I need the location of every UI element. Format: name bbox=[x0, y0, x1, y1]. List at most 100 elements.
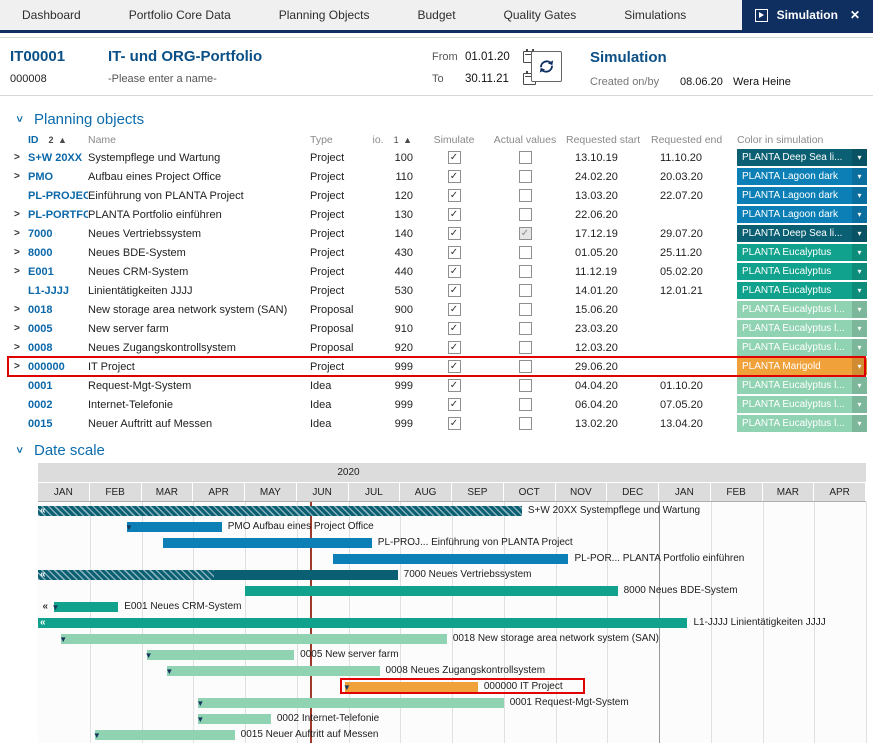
simulate-checkbox[interactable]: ✓ bbox=[448, 417, 461, 430]
simulate-checkbox[interactable]: ✓ bbox=[448, 398, 461, 411]
gantt-bar-8000[interactable] bbox=[245, 586, 618, 596]
color-in-simulation-dropdown[interactable]: PLANTA Eucalyptus l...▾ bbox=[737, 377, 867, 394]
tab-quality-gates[interactable]: Quality Gates bbox=[480, 0, 601, 30]
date-scale-section-header[interactable]: > Date scale bbox=[12, 440, 873, 460]
gantt-bar-7000[interactable] bbox=[38, 570, 398, 580]
gantt-bar-0015[interactable] bbox=[95, 730, 235, 740]
actual-values-checkbox[interactable] bbox=[519, 284, 532, 297]
planning-row-l1-jjjj[interactable]: L1-JJJJLinientätigkeiten JJJJProject530✓… bbox=[8, 281, 865, 300]
actual-values-checkbox[interactable] bbox=[519, 341, 532, 354]
portfolio-name-placeholder[interactable]: -Please enter a name- bbox=[108, 73, 262, 85]
planning-row-0001[interactable]: 0001Request-Mgt-SystemIdea999✓04.04.2001… bbox=[8, 376, 865, 395]
planning-row-e001[interactable]: >E001Neues CRM-SystemProject440✓11.12.19… bbox=[8, 262, 865, 281]
color-in-simulation-dropdown[interactable]: PLANTA Eucalyptus l...▾ bbox=[737, 415, 867, 432]
color-in-simulation-dropdown[interactable]: PLANTA Lagoon dark▾ bbox=[737, 206, 867, 223]
planning-row-0008[interactable]: >0008Neues ZugangskontrollsystemProposal… bbox=[8, 338, 865, 357]
tab-planning-objects[interactable]: Planning Objects bbox=[255, 0, 394, 30]
simulate-checkbox[interactable]: ✓ bbox=[448, 303, 461, 316]
gantt-bar-0008[interactable] bbox=[167, 666, 379, 676]
column-header-id[interactable]: ID2 ▲ bbox=[28, 131, 88, 148]
color-in-simulation-dropdown[interactable]: PLANTA Lagoon dark▾ bbox=[737, 168, 867, 185]
column-header-actual-values[interactable]: Actual values bbox=[490, 131, 560, 148]
gantt-bar-0001[interactable] bbox=[198, 698, 503, 708]
column-header-prio[interactable]: Prio.1 ▲ bbox=[372, 131, 418, 148]
tab-dashboard[interactable]: Dashboard bbox=[0, 0, 105, 30]
gantt-bar-0002[interactable] bbox=[198, 714, 270, 724]
color-in-simulation-dropdown[interactable]: PLANTA Eucalyptus▾ bbox=[737, 282, 867, 299]
expand-icon[interactable]: > bbox=[8, 148, 28, 167]
from-date-field[interactable]: 01.01.20 bbox=[465, 51, 519, 63]
planning-row-0018[interactable]: >0018New storage area network system (SA… bbox=[8, 300, 865, 319]
color-in-simulation-dropdown[interactable]: PLANTA Marigold▾ bbox=[737, 358, 867, 375]
planning-objects-section-header[interactable]: > Planning objects bbox=[12, 109, 873, 129]
expand-icon[interactable]: > bbox=[8, 167, 28, 186]
actual-values-checkbox[interactable] bbox=[519, 398, 532, 411]
column-header-requested-end[interactable]: Requested end bbox=[645, 131, 737, 148]
simulate-checkbox[interactable]: ✓ bbox=[448, 341, 461, 354]
actual-values-checkbox[interactable] bbox=[519, 417, 532, 430]
expand-icon[interactable]: > bbox=[8, 319, 28, 338]
actual-values-checkbox[interactable] bbox=[519, 246, 532, 259]
column-header-color-in-simulation[interactable]: Color in simulation bbox=[737, 131, 867, 148]
expand-icon[interactable]: > bbox=[8, 357, 28, 376]
simulate-checkbox[interactable]: ✓ bbox=[448, 170, 461, 183]
color-in-simulation-dropdown[interactable]: PLANTA Eucalyptus▾ bbox=[737, 263, 867, 280]
planning-row-7000[interactable]: >7000Neues VertriebssystemProject140✓✓17… bbox=[8, 224, 865, 243]
actual-values-checkbox[interactable]: ✓ bbox=[519, 227, 532, 240]
actual-values-checkbox[interactable] bbox=[519, 360, 532, 373]
tab-portfolio-core-data[interactable]: Portfolio Core Data bbox=[105, 0, 255, 30]
simulate-checkbox[interactable]: ✓ bbox=[448, 227, 461, 240]
color-in-simulation-dropdown[interactable]: PLANTA Eucalyptus l...▾ bbox=[737, 320, 867, 337]
expand-icon[interactable]: > bbox=[8, 262, 28, 281]
gantt-bar-0018[interactable] bbox=[61, 634, 447, 644]
gantt-bar-pl-por[interactable] bbox=[333, 554, 568, 564]
simulate-checkbox[interactable]: ✓ bbox=[448, 379, 461, 392]
gantt-bar-000000[interactable] bbox=[345, 682, 478, 692]
simulate-checkbox[interactable]: ✓ bbox=[448, 360, 461, 373]
simulate-checkbox[interactable]: ✓ bbox=[448, 151, 461, 164]
planning-row-8000[interactable]: >8000Neues BDE-SystemProject430✓01.05.20… bbox=[8, 243, 865, 262]
tab-simulation-active[interactable]: Simulation ✕ bbox=[742, 0, 873, 30]
expand-icon[interactable]: > bbox=[8, 205, 28, 224]
gantt-bar-pl-proj[interactable] bbox=[163, 538, 372, 548]
actual-values-checkbox[interactable] bbox=[519, 170, 532, 183]
expand-icon[interactable]: > bbox=[8, 300, 28, 319]
gantt-bar-e001[interactable] bbox=[54, 602, 119, 612]
simulate-checkbox[interactable]: ✓ bbox=[448, 265, 461, 278]
color-in-simulation-dropdown[interactable]: PLANTA Eucalyptus l...▾ bbox=[737, 396, 867, 413]
gantt-bar-s-w[interactable] bbox=[38, 506, 522, 516]
actual-values-checkbox[interactable] bbox=[519, 208, 532, 221]
gantt-bar-l1-jjjj[interactable] bbox=[38, 618, 687, 628]
simulate-checkbox[interactable]: ✓ bbox=[448, 208, 461, 221]
actual-values-checkbox[interactable] bbox=[519, 322, 532, 335]
column-header-simulate[interactable]: Simulate bbox=[418, 131, 490, 148]
color-in-simulation-dropdown[interactable]: PLANTA Eucalyptus l...▾ bbox=[737, 301, 867, 318]
close-icon[interactable]: ✕ bbox=[850, 8, 860, 22]
gantt-bar-0005[interactable] bbox=[147, 650, 294, 660]
column-header-name[interactable]: Name bbox=[88, 131, 310, 148]
planning-row-0002[interactable]: 0002Internet-TelefonieIdea999✓06.04.2007… bbox=[8, 395, 865, 414]
actual-values-checkbox[interactable] bbox=[519, 265, 532, 278]
simulate-checkbox[interactable]: ✓ bbox=[448, 246, 461, 259]
simulate-checkbox[interactable]: ✓ bbox=[448, 322, 461, 335]
planning-row-pl-portfo[interactable]: >PL-PORTFO...PLANTA Portfolio einführenP… bbox=[8, 205, 865, 224]
planning-row-000000[interactable]: >000000IT ProjectProject999✓29.06.20PLAN… bbox=[8, 357, 865, 376]
color-in-simulation-dropdown[interactable]: PLANTA Deep Sea li...▾ bbox=[737, 225, 867, 242]
to-date-field[interactable]: 30.11.21 bbox=[465, 73, 519, 85]
tab-budget[interactable]: Budget bbox=[394, 0, 480, 30]
planning-row-pmo[interactable]: >PMOAufbau eines Project OfficeProject11… bbox=[8, 167, 865, 186]
actual-values-checkbox[interactable] bbox=[519, 151, 532, 164]
expand-icon[interactable]: > bbox=[8, 224, 28, 243]
color-in-simulation-dropdown[interactable]: PLANTA Deep Sea li...▾ bbox=[737, 149, 867, 166]
actual-values-checkbox[interactable] bbox=[519, 189, 532, 202]
tab-simulations[interactable]: Simulations bbox=[600, 0, 710, 30]
color-in-simulation-dropdown[interactable]: PLANTA Lagoon dark▾ bbox=[737, 187, 867, 204]
planning-row-pl-project[interactable]: PL-PROJECTEinführung von PLANTA ProjectP… bbox=[8, 186, 865, 205]
simulate-checkbox[interactable]: ✓ bbox=[448, 189, 461, 202]
refresh-button[interactable] bbox=[531, 51, 562, 82]
color-in-simulation-dropdown[interactable]: PLANTA Eucalyptus▾ bbox=[737, 244, 867, 261]
planning-row-0005[interactable]: >0005New server farmProposal910✓23.03.20… bbox=[8, 319, 865, 338]
color-in-simulation-dropdown[interactable]: PLANTA Eucalyptus l...▾ bbox=[737, 339, 867, 356]
actual-values-checkbox[interactable] bbox=[519, 303, 532, 316]
column-header-type[interactable]: Type bbox=[310, 131, 372, 148]
